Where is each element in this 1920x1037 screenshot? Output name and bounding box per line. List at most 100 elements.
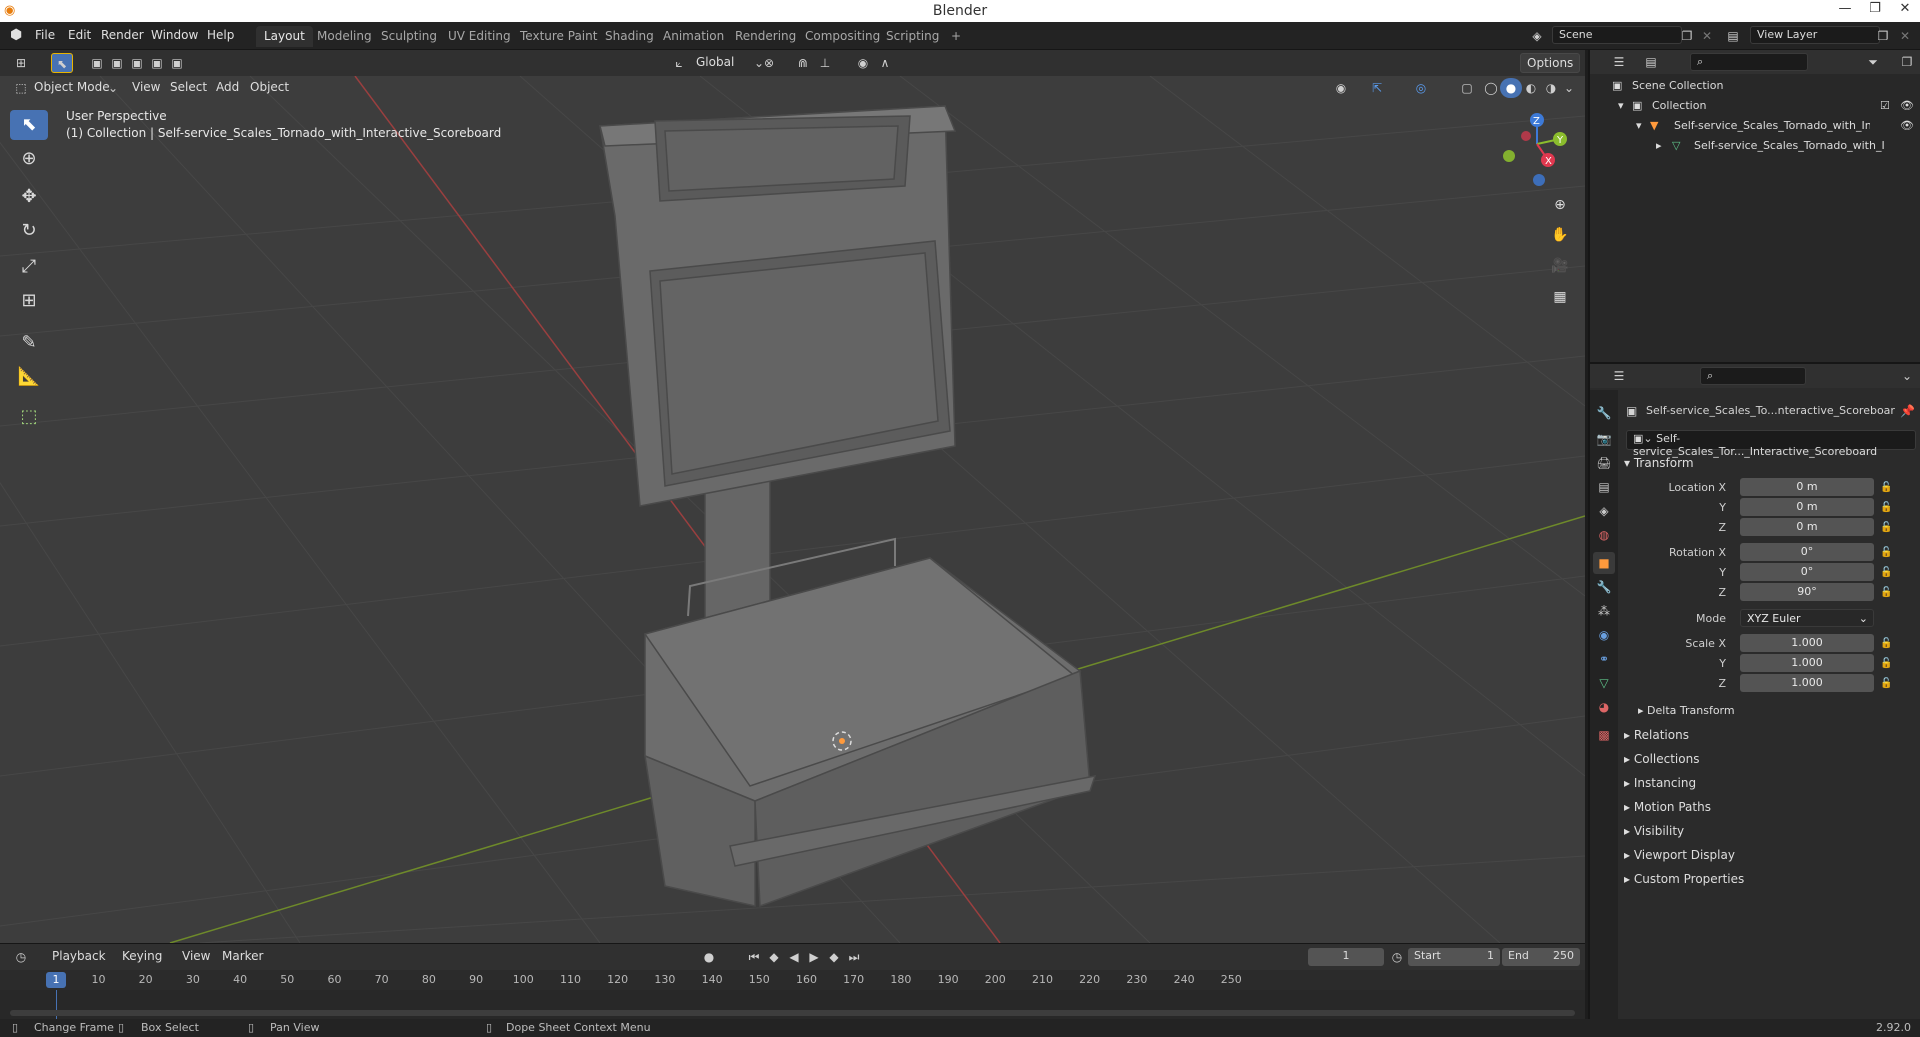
location-y-field[interactable]: 0 m [1740,498,1874,516]
scale-x-field[interactable]: 1.000 [1740,634,1874,652]
restore-button[interactable]: ❐ [1860,1,1890,21]
menu-window[interactable]: Window [151,28,198,42]
minimize-button[interactable]: — [1830,1,1860,21]
ortho-grid-icon[interactable]: ▦ [1548,285,1572,309]
menu-view[interactable]: View [126,78,166,98]
instancing-section[interactable]: ▸ Instancing [1624,776,1914,790]
xray-toggle-icon[interactable]: ▢ [1456,78,1478,98]
timeline-keyframe-area[interactable] [0,990,1585,1020]
record-icon[interactable]: ● [698,947,720,967]
camera-view-icon[interactable]: 🎥 [1548,254,1572,278]
custom-properties-section[interactable]: ▸ Custom Properties [1624,872,1914,886]
mode-chevron-icon[interactable]: ⌄ [102,78,124,98]
constraints-tab-icon[interactable]: ⚭ [1593,648,1615,670]
select-box-tool-icon[interactable]: ⬉ [10,110,48,140]
close-button[interactable]: ✕ [1890,1,1920,21]
material-tab-icon[interactable]: ◕ [1593,696,1615,718]
lock-icon[interactable]: 🔓 [1880,678,1892,689]
collections-section[interactable]: ▸ Collections [1624,752,1914,766]
select-intersect-icon[interactable]: ▣ [166,53,188,73]
lock-icon[interactable]: 🔓 [1880,567,1892,578]
menu-playback[interactable]: Playback [46,947,112,967]
annotate-tool-icon[interactable]: ✎ [10,328,48,358]
scene-name-field[interactable]: Scene [1552,26,1682,44]
pivot-point-icon[interactable]: ⊗ [758,53,780,73]
zoom-icon[interactable]: ⊕ [1548,193,1572,217]
current-frame-field[interactable]: 1 [1308,948,1384,966]
pin-icon[interactable]: 📌 [1900,404,1915,418]
visibility-eye-icon[interactable]: ◉ [1330,78,1352,98]
menu-timeline-view[interactable]: View [176,947,216,967]
view-layer-field[interactable]: View Layer [1750,26,1880,44]
lock-icon[interactable]: 🔓 [1880,587,1892,598]
prev-keyframe-icon[interactable]: ◆ [763,947,785,967]
select-tool-icon[interactable]: ⬉ [51,53,73,73]
delete-view-layer-icon[interactable]: ✕ [1894,26,1916,46]
transform-section[interactable]: ▾ Transform [1624,456,1914,470]
falloff-icon[interactable]: ∧ [874,53,896,73]
blender-menu-icon[interactable]: ⬢ [10,27,22,43]
tab-modeling[interactable]: Modeling [309,26,380,47]
particles-tab-icon[interactable]: ⁂ [1593,600,1615,622]
outliner-row-collection[interactable]: ▾ ▣ Collection ☑ 👁 [1590,96,1920,116]
properties-options-chevron-icon[interactable]: ⌄ [1896,366,1918,386]
select-new-icon[interactable]: ▣ [86,53,108,73]
exclude-checkbox[interactable]: ☑ [1880,96,1890,116]
lock-icon[interactable]: 🔓 [1880,502,1892,513]
object-name-field[interactable]: ▣⌄ Self-service_Scales_Tor..._Interactiv… [1626,430,1916,458]
properties-search-input[interactable]: ⌕ [1700,367,1806,385]
data-tab-icon[interactable]: ▽ [1593,672,1615,694]
move-tool-icon[interactable]: ✥ [10,182,48,212]
outliner-row-mesh[interactable]: ▸ ▽ Self-service_Scales_Tornado_with_In [1590,136,1920,156]
timeline-ruler[interactable]: 1 10 20 30 40 50 60 70 80 90 100 110 120 130 140 150 160… [0,970,1585,990]
snap-icon[interactable]: ⋒ [792,53,814,73]
expand-arrow-icon[interactable]: ▾ [1636,116,1642,136]
rotate-tool-icon[interactable]: ↻ [10,216,48,246]
scene-tab-icon[interactable]: ◈ [1593,500,1615,522]
add-cube-tool-icon[interactable]: ⬚ [10,402,48,432]
modifier-tab-icon[interactable]: 🔧 [1593,576,1615,598]
tab-layout[interactable]: Layout [256,26,313,47]
tab-shading[interactable]: Shading [597,26,662,47]
start-frame-field[interactable]: Start 1 [1408,948,1500,966]
tool-tab-icon[interactable]: 🔧 [1593,402,1615,424]
end-frame-field[interactable]: End 250 [1502,948,1580,966]
outliner-row-scene-collection[interactable]: ▣ Scene Collection [1590,76,1920,96]
properties-editor-type-icon[interactable]: ☰ [1608,366,1630,386]
tab-rendering[interactable]: Rendering [727,26,804,47]
new-collection-icon[interactable]: ❐ [1896,52,1918,72]
select-subtract-icon[interactable]: ▣ [126,53,148,73]
rotation-x-field[interactable]: 0° [1740,543,1874,561]
select-invert-icon[interactable]: ▣ [146,53,168,73]
menu-keying[interactable]: Keying [116,947,168,967]
view-layer-browse-icon[interactable]: ▤ [1722,26,1744,46]
menu-help[interactable]: Help [207,28,234,42]
tab-texture-paint[interactable]: Texture Paint [512,26,605,47]
next-keyframe-icon[interactable]: ◆ [823,947,845,967]
tab-animation[interactable]: Animation [655,26,732,47]
outliner-search-input[interactable]: ⌕ [1690,53,1808,71]
menu-file[interactable]: File [35,28,55,42]
tab-uv-editing[interactable]: UV Editing [440,26,519,47]
menu-select[interactable]: Select [164,78,213,98]
scale-tool-icon[interactable]: ⤢ [10,252,48,282]
scene-browse-icon[interactable]: ◈ [1526,26,1548,46]
rotation-mode-dropdown[interactable]: XYZ Euler ⌄ [1740,609,1874,627]
visibility-section[interactable]: ▸ Visibility [1624,824,1914,838]
lock-icon[interactable]: 🔓 [1880,658,1892,669]
solid-shading-icon[interactable]: ● [1500,78,1522,98]
editor-type-icon[interactable]: ⊞ [10,53,32,73]
object-visibility-eye-icon[interactable]: 👁 [1900,116,1914,136]
timeline-editor-type-icon[interactable]: ◷ [10,947,32,967]
delta-transform-subsection[interactable]: ▸ Delta Transform [1638,704,1920,717]
world-tab-icon[interactable]: ◍ [1593,524,1615,546]
expand-arrow-icon[interactable]: ▸ [1656,136,1662,156]
orientation-dropdown[interactable]: Global [690,53,740,73]
rotation-z-field[interactable]: 90° [1740,583,1874,601]
timeline-scrollbar[interactable] [10,1010,1575,1016]
tab-sculpting[interactable]: Sculpting [373,26,445,47]
texture-tab-icon[interactable]: ▩ [1593,724,1615,746]
select-extend-icon[interactable]: ▣ [106,53,128,73]
snap-target-icon[interactable]: ⊥ [814,53,836,73]
render-tab-icon[interactable]: 📷 [1593,428,1615,450]
